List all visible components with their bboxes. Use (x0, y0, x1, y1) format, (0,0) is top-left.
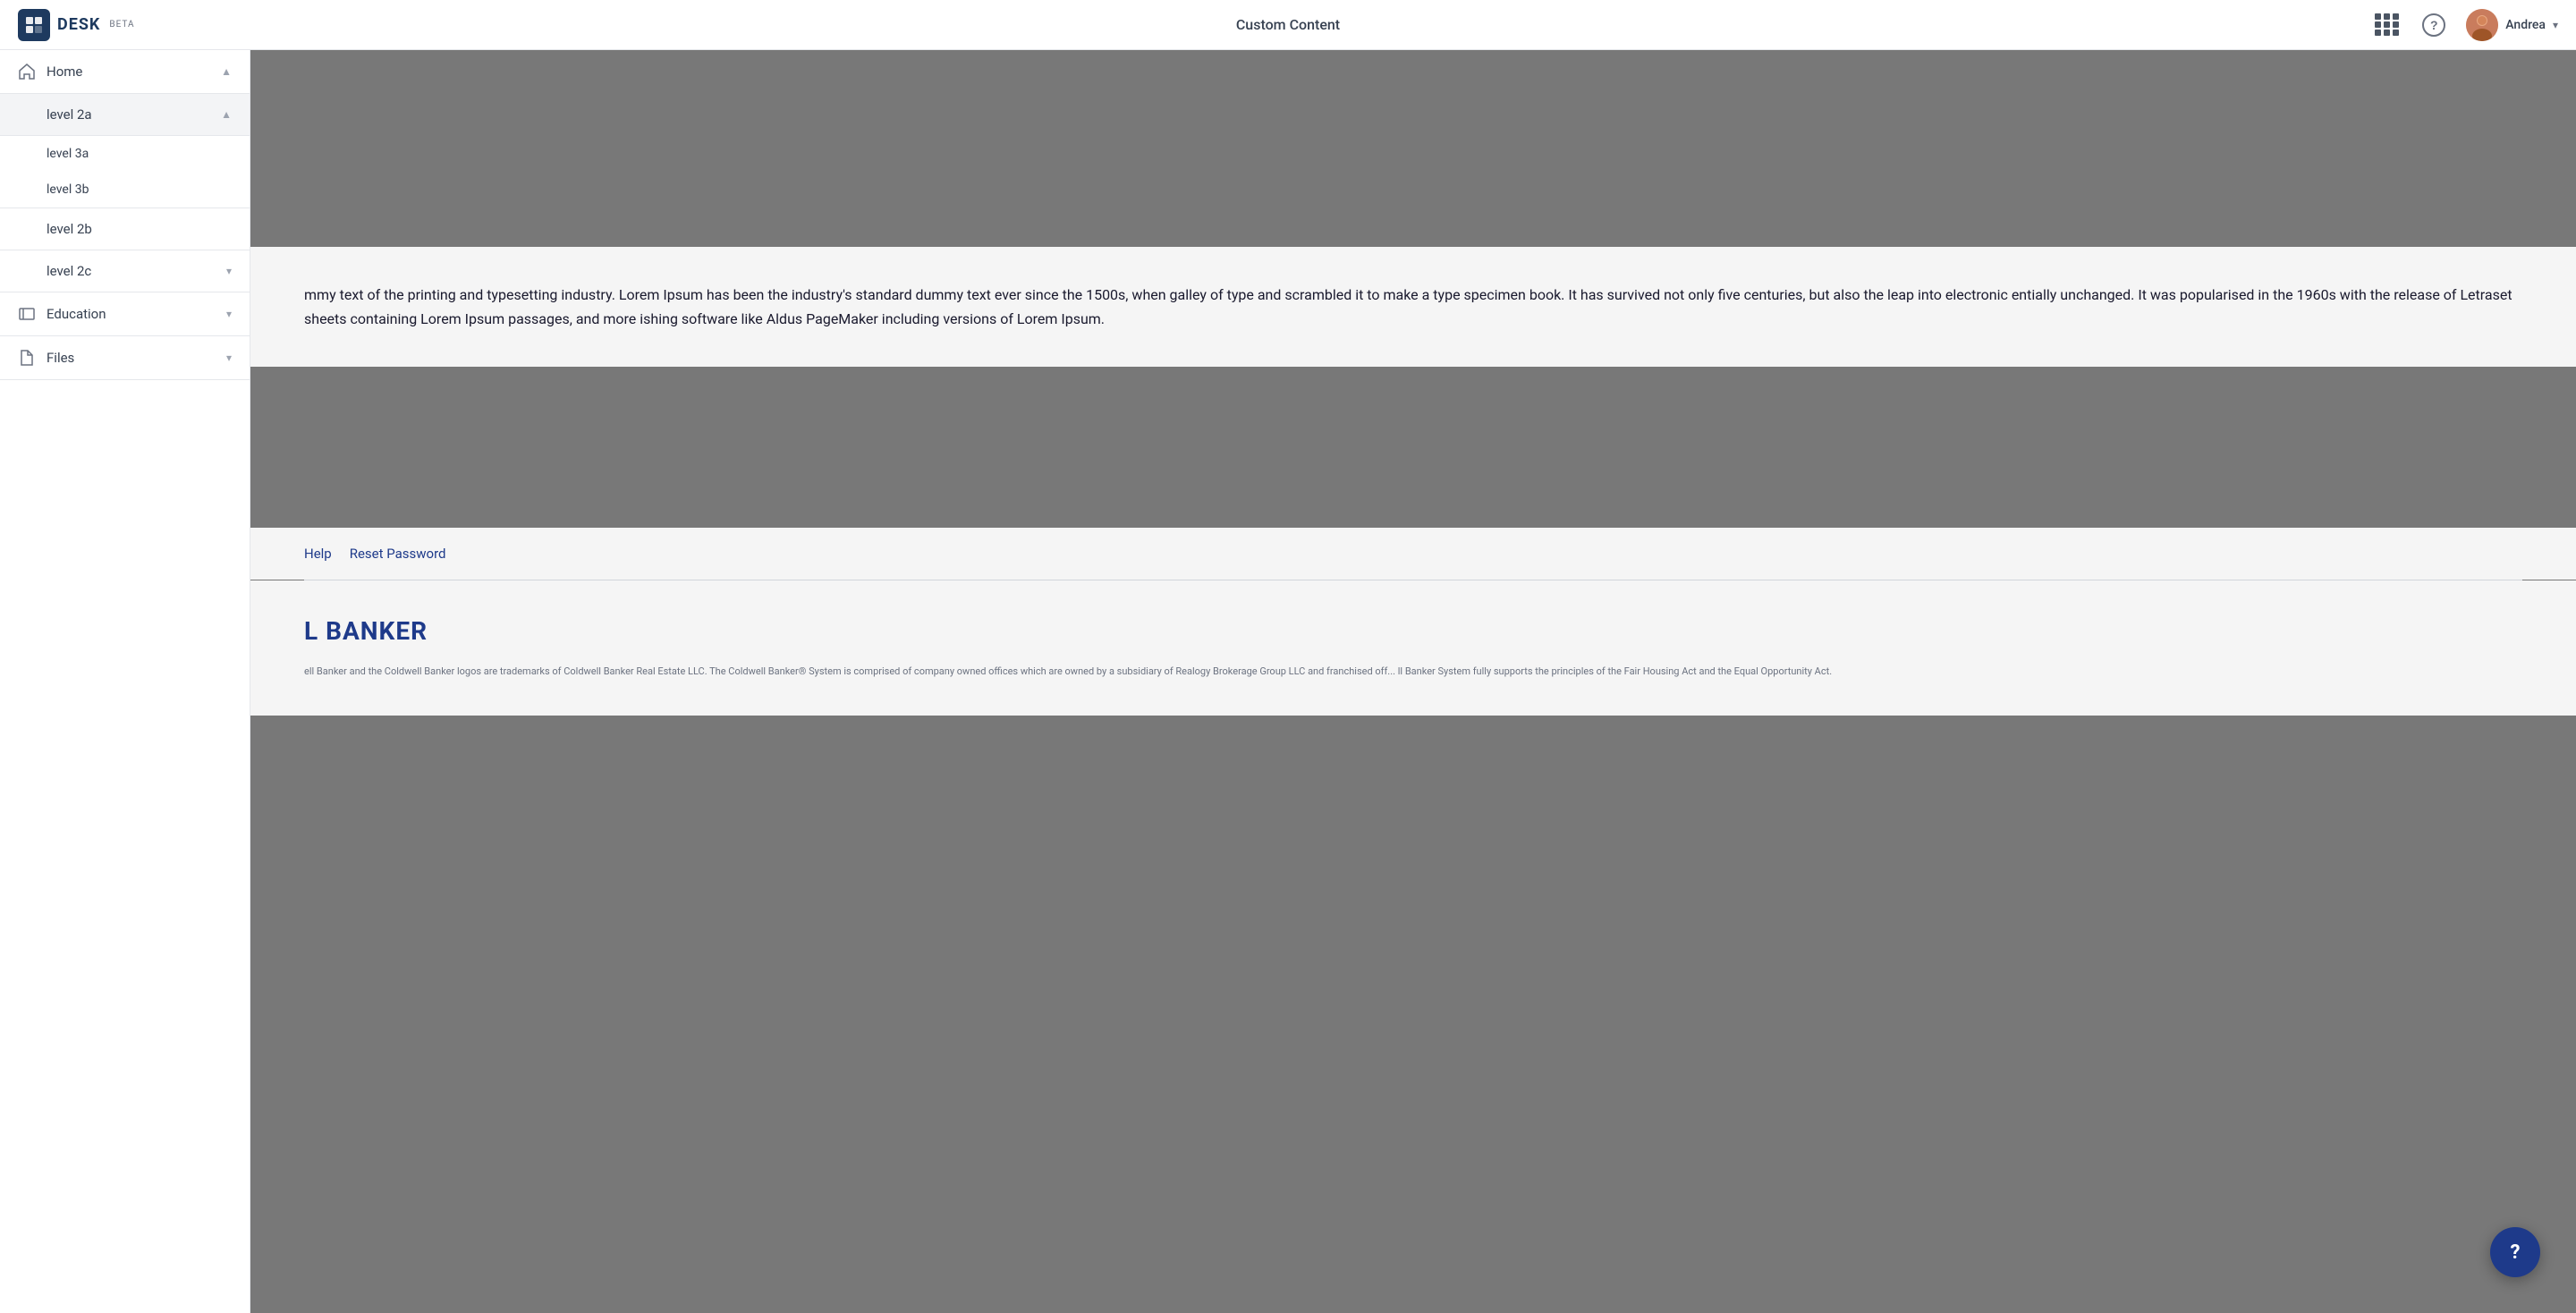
brand-logo (18, 9, 50, 41)
education-chevron: ▾ (226, 308, 232, 320)
content-overlay-top (250, 50, 2576, 247)
footer-legal-text: ell Banker and the Coldwell Banker logos… (304, 664, 2522, 680)
user-menu-chevron: ▾ (2553, 19, 2558, 31)
level2c-chevron: ▾ (226, 265, 232, 277)
user-menu[interactable]: Andrea ▾ (2466, 9, 2558, 41)
avatar (2466, 9, 2498, 41)
navbar-right: ? Andrea ▾ (2373, 9, 2558, 41)
reset-password-link[interactable]: Reset Password (350, 546, 446, 562)
grid-icon (2375, 13, 2400, 36)
navbar: DESK BETA Custom Content ? (0, 0, 2576, 50)
education-icon (18, 305, 36, 323)
user-name-label: Andrea (2505, 18, 2546, 32)
level2a-chevron: ▲ (221, 108, 232, 121)
page-title: Custom Content (1236, 16, 1340, 33)
content-spacer (250, 367, 2576, 528)
content-text-block: mmy text of the printing and typesetting… (250, 247, 2576, 367)
sidebar-item-home[interactable]: Home ▲ (0, 50, 250, 94)
content-paragraph: mmy text of the printing and typesetting… (304, 283, 2522, 331)
apps-grid-button[interactable] (2373, 11, 2402, 39)
education-label: Education (47, 306, 226, 322)
content-area: mmy text of the printing and typesetting… (250, 50, 2576, 1313)
sidebar-item-level2a[interactable]: level 2a ▲ (0, 94, 250, 136)
brand-area[interactable]: DESK BETA (18, 9, 134, 41)
fab-help-button[interactable]: ? (2490, 1227, 2540, 1277)
help-button[interactable]: ? (2419, 11, 2448, 39)
level2b-label: level 2b (18, 221, 232, 237)
brand-beta-label: BETA (109, 20, 134, 30)
brand-name-label: DESK (57, 15, 100, 34)
files-icon (18, 349, 36, 367)
sidebar-item-education[interactable]: Education ▾ (0, 292, 250, 336)
home-label: Home (47, 64, 221, 80)
level2c-label: level 2c (18, 263, 226, 279)
level3a-label: level 3a (47, 147, 89, 161)
files-chevron: ▾ (226, 352, 232, 364)
sidebar-item-level3a[interactable]: level 3a (0, 136, 250, 172)
home-icon (18, 63, 36, 80)
sidebar-item-level2b[interactable]: level 2b (0, 208, 250, 250)
fab-icon: ? (2511, 1241, 2521, 1264)
home-chevron: ▲ (221, 65, 232, 78)
footer-brand-name: L BANKER (304, 616, 2522, 646)
sidebar-item-level2c[interactable]: level 2c ▾ (0, 250, 250, 292)
help-link[interactable]: Help (304, 546, 332, 562)
sidebar: Home ▲ level 2a ▲ level 3a level 3b leve… (0, 50, 250, 1313)
level2a-label: level 2a (18, 106, 221, 123)
sidebar-item-files[interactable]: Files ▾ (0, 336, 250, 380)
level3b-label: level 3b (47, 182, 89, 197)
main-layout: Home ▲ level 2a ▲ level 3a level 3b leve… (0, 50, 2576, 1313)
files-label: Files (47, 350, 226, 366)
sidebar-item-level3b[interactable]: level 3b (0, 172, 250, 208)
footer-links-area: Help Reset Password (250, 528, 2576, 580)
help-circle-icon: ? (2422, 13, 2445, 37)
footer-bg-bottom (250, 716, 2576, 805)
footer-brand-area: L BANKER ell Banker and the Coldwell Ban… (250, 580, 2576, 716)
